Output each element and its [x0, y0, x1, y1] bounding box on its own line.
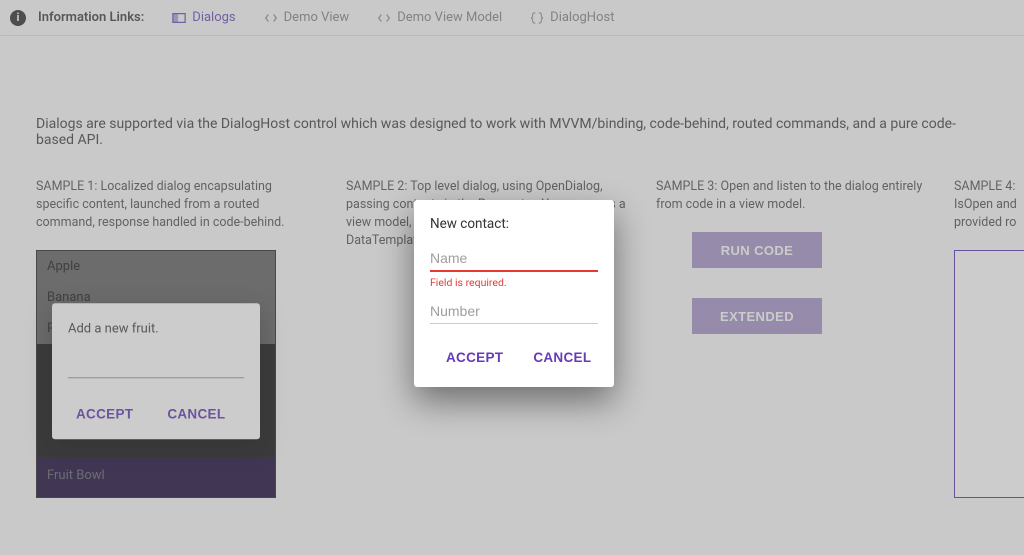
sample-3-title: SAMPLE 3: Open and listen to the dialog … [656, 178, 926, 214]
code-icon [264, 11, 278, 25]
info-links-heading: Information Links: [38, 10, 144, 25]
sample-3: SAMPLE 3: Open and listen to the dialog … [656, 178, 926, 364]
info-icon: i [10, 10, 26, 26]
braces-icon [530, 11, 544, 25]
sample-4: SAMPLE 4: IsOpen and provided ro + [954, 178, 1024, 498]
link-label: Demo View Model [397, 10, 502, 25]
accept-button[interactable]: ACCEPT [444, 344, 505, 371]
link-label: DialogHost [550, 10, 614, 25]
link-label: Dialogs [192, 10, 235, 25]
link-dialoghost[interactable]: DialogHost [530, 10, 614, 25]
contact-name-input[interactable] [430, 246, 598, 272]
sample-1-title: SAMPLE 1: Localized dialog encapsulating… [36, 178, 318, 232]
dialog-title: Add a new fruit. [68, 322, 244, 337]
link-label: Demo View [284, 10, 350, 25]
extended-button[interactable]: EXTENDED [692, 298, 822, 334]
xaml-icon [172, 11, 186, 25]
info-toolbar: i Information Links: Dialogs Demo View D… [0, 0, 1024, 36]
name-error-text: Field is required. [430, 276, 598, 289]
cancel-button[interactable]: CANCEL [165, 401, 227, 428]
new-contact-dialog: New contact: Field is required. ACCEPT C… [414, 200, 614, 387]
add-fruit-dialog: Add a new fruit. ACCEPT CANCEL [52, 304, 260, 440]
cancel-button[interactable]: CANCEL [531, 344, 593, 371]
link-dialogs[interactable]: Dialogs [172, 10, 235, 25]
contact-number-input[interactable] [430, 299, 598, 324]
code-icon [377, 11, 391, 25]
accept-button[interactable]: ACCEPT [74, 401, 135, 428]
run-code-button[interactable]: RUN CODE [692, 232, 822, 268]
intro-text: Dialogs are supported via the DialogHost… [36, 116, 988, 148]
link-demo-view[interactable]: Demo View [264, 10, 350, 25]
sample-4-host [954, 250, 1024, 498]
sample-4-title-text: SAMPLE 4: IsOpen and provided ro [954, 179, 1017, 230]
fruit-panel: Apple Banana P Fruit Bowl Add a new frui… [36, 250, 276, 498]
link-demo-view-model[interactable]: Demo View Model [377, 10, 502, 25]
sample-1: SAMPLE 1: Localized dialog encapsulating… [36, 178, 318, 498]
dialog-heading: New contact: [430, 216, 598, 232]
fruit-name-input[interactable] [68, 361, 244, 379]
sample-4-title: SAMPLE 4: IsOpen and provided ro + [954, 178, 1024, 232]
